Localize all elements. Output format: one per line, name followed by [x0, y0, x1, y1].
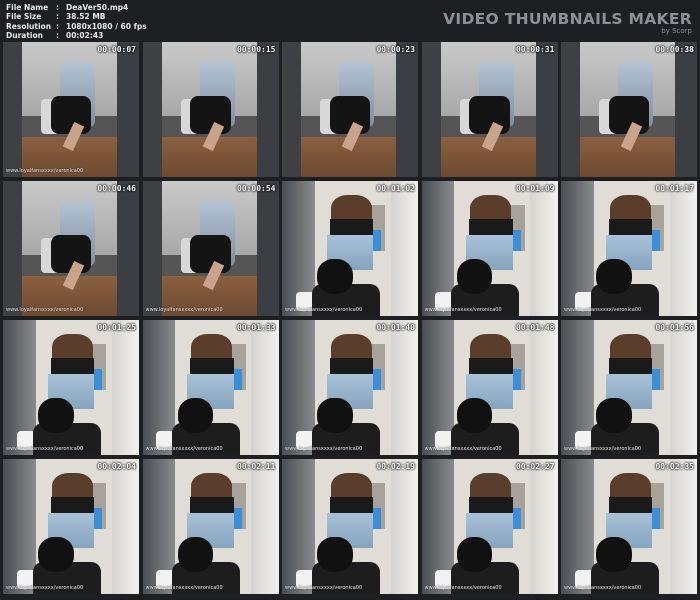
thumbnail-image [561, 181, 697, 316]
watermark-text: www.loyalfansxxxx/veronica00 [145, 585, 223, 591]
file-info: File Name : DeaVer50.mp4 File Size : 38.… [6, 3, 147, 40]
thumbnail-image [561, 459, 697, 594]
resolution-row: Resolution : 1080x1080 / 60 fps [6, 22, 147, 31]
video-thumbnail[interactable]: 00:01:17 www.loyalfansxxxx/veronica00 [561, 181, 697, 316]
separator: : [56, 30, 59, 40]
timestamp-label: 00:02:27 [515, 462, 555, 471]
timestamp-label: 00:02:11 [236, 462, 276, 471]
video-thumbnail[interactable]: 00:00:31 [421, 42, 558, 177]
resolution-value: 1080x1080 / 60 fps [66, 21, 147, 31]
timestamp-label: 00:01:17 [655, 184, 694, 193]
thumbnail-image [3, 42, 139, 177]
timestamp-label: 00:00:07 [97, 45, 136, 54]
timestamp-label: 00:01:25 [97, 323, 136, 332]
thumbnail-image [561, 320, 697, 455]
watermark-text: www.loyalfansxxxx/veronica00 [564, 307, 642, 313]
thumbnail-image [142, 320, 279, 455]
thumbnail-image [142, 459, 279, 594]
file-size-label: File Size [6, 12, 42, 22]
watermark-text: www.loyalfansxxxx/veronica00 [424, 585, 502, 591]
thumbnail-image [142, 42, 279, 177]
resolution-label: Resolution [6, 21, 52, 31]
video-thumbnail[interactable]: 00:02:04 www.loyalfansxxxx/veronica00 [3, 459, 139, 594]
watermark-text: www.loyalfansxxxx/veronica00 [285, 446, 363, 452]
separator: : [56, 3, 59, 12]
video-thumbnail[interactable]: 00:00:23 [282, 42, 418, 177]
header: File Name : DeaVer50.mp4 File Size : 38.… [0, 0, 700, 42]
separator: : [56, 21, 59, 31]
watermark-text: www.loyalfansxxxx/veronica00 [285, 585, 363, 591]
timestamp-label: 00:02:04 [97, 462, 136, 471]
thumbnail-image [282, 320, 418, 455]
watermark-text: www.loyalfansxxxx/veronica00 [424, 446, 502, 452]
file-name-value: DeaVer50.mp4 [66, 3, 129, 12]
video-thumbnail[interactable]: 00:00:38 [561, 42, 697, 177]
video-thumbnail[interactable]: 00:01:02 www.loyalfansxxxx/veronica00 [282, 181, 418, 316]
video-thumbnail[interactable]: 00:02:19 www.loyalfansxxxx/veronica00 [282, 459, 418, 594]
timestamp-label: 00:02:35 [655, 462, 694, 471]
timestamp-label: 00:01:48 [515, 323, 555, 332]
timestamp-label: 00:00:31 [515, 45, 555, 54]
thumbnail-image [282, 181, 418, 316]
watermark-text: www.loyalfansxxxx/veronica00 [285, 307, 363, 313]
timestamp-label: 00:00:23 [376, 45, 415, 54]
video-thumbnail[interactable]: 00:00:15 [142, 42, 279, 177]
timestamp-label: 00:01:09 [515, 184, 555, 193]
video-thumbnail[interactable]: 00:00:46 www.loyalfansxxxx/veronica00 [3, 181, 139, 316]
brand-subtitle: by Scorp [661, 27, 692, 35]
thumbnail-image [421, 459, 558, 594]
video-thumbnail[interactable]: 00:02:35 www.loyalfansxxxx/veronica00 [561, 459, 697, 594]
video-thumbnail[interactable]: 00:02:27 www.loyalfansxxxx/veronica00 [421, 459, 558, 594]
video-thumbnail[interactable]: 00:02:11 www.loyalfansxxxx/veronica00 [142, 459, 279, 594]
timestamp-label: 00:01:33 [236, 323, 276, 332]
timestamp-label: 00:00:38 [655, 45, 694, 54]
thumbnail-image [282, 42, 418, 177]
thumbnail-image [561, 42, 697, 177]
watermark-text: www.loyalfansxxxx/veronica00 [564, 446, 642, 452]
watermark-text: www.loyalfansxxxx/veronica00 [6, 307, 84, 313]
duration-label: Duration [6, 30, 43, 40]
brand-logo: VIDEO THUMBNAILS MAKER by Scorp [443, 10, 692, 35]
thumbnail-image [282, 459, 418, 594]
separator: : [56, 12, 59, 22]
video-thumbnail[interactable]: 00:01:40 www.loyalfansxxxx/veronica00 [282, 320, 418, 455]
file-name-label: File Name [6, 3, 49, 12]
thumbnail-image [421, 42, 558, 177]
video-thumbnail[interactable]: 00:00:54 www.loyalfansxxxx/veronica00 [142, 181, 279, 316]
timestamp-label: 00:02:19 [376, 462, 415, 471]
thumbnail-image [3, 320, 139, 455]
watermark-text: www.loyalfansxxxx/veronica00 [6, 585, 84, 591]
thumbnail-grid: 00:00:07 www.loyalfansxxxx/veronica00 00:0… [3, 42, 699, 598]
watermark-text: www.loyalfansxxxx/veronica00 [564, 585, 642, 591]
thumbnail-image [421, 320, 558, 455]
timestamp-label: 00:01:02 [376, 184, 415, 193]
timestamp-label: 00:01:40 [376, 323, 415, 332]
timestamp-label: 00:00:46 [97, 184, 136, 193]
video-thumbnail[interactable]: 00:01:56 www.loyalfansxxxx/veronica00 [561, 320, 697, 455]
timestamp-label: 00:01:56 [655, 323, 694, 332]
duration-value: 00:02:43 [66, 30, 104, 40]
watermark-text: www.loyalfansxxxx/veronica00 [6, 446, 84, 452]
file-size-row: File Size : 38.52 MB [6, 12, 147, 21]
watermark-text: www.loyalfansxxxx/veronica00 [145, 307, 223, 313]
watermark-text: www.loyalfansxxxx/veronica00 [6, 168, 84, 174]
thumbnail-image [421, 181, 558, 316]
timestamp-label: 00:00:15 [236, 45, 276, 54]
video-thumbnail[interactable]: 00:01:33 www.loyalfansxxxx/veronica00 [142, 320, 279, 455]
video-thumbnail[interactable]: 00:01:09 www.loyalfansxxxx/veronica00 [421, 181, 558, 316]
watermark-text: www.loyalfansxxxx/veronica00 [145, 446, 223, 452]
thumbnail-image [3, 181, 139, 316]
video-thumbnail[interactable]: 00:01:48 www.loyalfansxxxx/veronica00 [421, 320, 558, 455]
brand-title: VIDEO THUMBNAILS MAKER [443, 10, 692, 28]
video-thumbnail[interactable]: 00:01:25 www.loyalfansxxxx/veronica00 [3, 320, 139, 455]
video-thumbnail[interactable]: 00:00:07 www.loyalfansxxxx/veronica00 [3, 42, 139, 177]
duration-row: Duration : 00:02:43 [6, 31, 147, 40]
watermark-text: www.loyalfansxxxx/veronica00 [424, 307, 502, 313]
timestamp-label: 00:00:54 [236, 184, 276, 193]
thumbnail-image [142, 181, 279, 316]
file-name-row: File Name : DeaVer50.mp4 [6, 3, 147, 12]
thumbnail-image [3, 459, 139, 594]
file-size-value: 38.52 MB [66, 12, 106, 22]
